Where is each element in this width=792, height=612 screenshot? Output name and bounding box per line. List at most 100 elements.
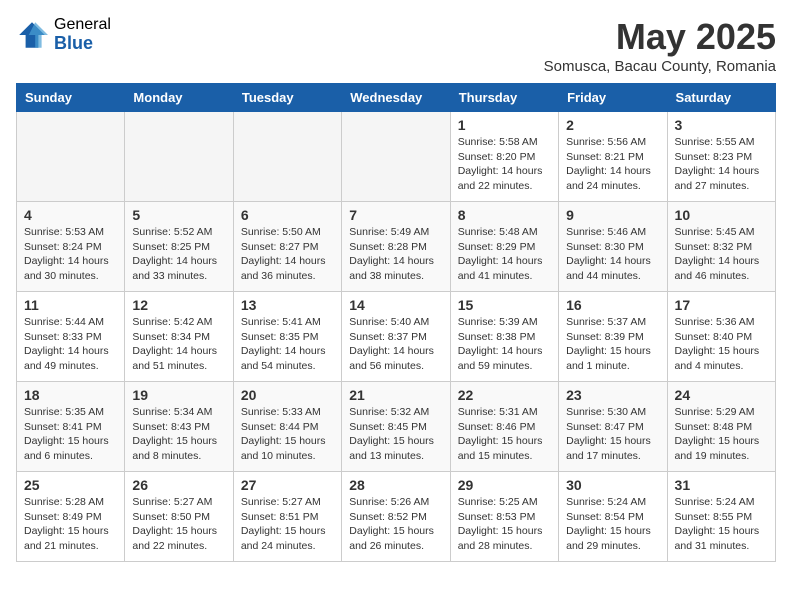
day-number: 12 [132,297,225,313]
day-number: 26 [132,477,225,493]
column-header-saturday: Saturday [667,84,775,112]
day-info: Sunrise: 5:39 AMSunset: 8:38 PMDaylight:… [458,315,551,374]
day-number: 1 [458,117,551,133]
column-header-tuesday: Tuesday [233,84,341,112]
page-header: General Blue May 2025 Somusca, Bacau Cou… [16,16,776,75]
calendar-cell: 26Sunrise: 5:27 AMSunset: 8:50 PMDayligh… [125,472,233,562]
day-info: Sunrise: 5:41 AMSunset: 8:35 PMDaylight:… [241,315,334,374]
day-info: Sunrise: 5:33 AMSunset: 8:44 PMDaylight:… [241,405,334,464]
day-number: 17 [675,297,768,313]
column-header-friday: Friday [559,84,667,112]
day-number: 2 [566,117,659,133]
calendar-cell: 15Sunrise: 5:39 AMSunset: 8:38 PMDayligh… [450,292,558,382]
day-number: 23 [566,387,659,403]
calendar-cell [17,112,125,202]
calendar-cell: 13 Sunrise: 5:41 AMSunset: 8:35 PMDayligh… [233,292,341,382]
calendar-week-row: 11 Sunrise: 5:44 AMSunset: 8:33 PMDayligh… [17,292,776,382]
day-number: 8 [458,207,551,223]
calendar-cell: 3 Sunrise: 5:55 AMSunset: 8:23 PMDaylight… [667,112,775,202]
calendar-header-row: SundayMondayTuesdayWednesdayThursdayFrid… [17,84,776,112]
day-info: Sunrise: 5:49 AMSunset: 8:28 PMDaylight:… [349,225,442,284]
day-number: 19 [132,387,225,403]
day-number: 14 [349,297,442,313]
calendar-cell: 30 Sunrise: 5:24 AMSunset: 8:54 PMDayligh… [559,472,667,562]
logo-blue: Blue [54,34,111,54]
day-number: 18 [24,387,117,403]
location-subtitle: Somusca, Bacau County, Romania [544,58,776,75]
month-year-title: May 2025 [544,16,776,58]
day-number: 13 [241,297,334,313]
day-number: 22 [458,387,551,403]
day-number: 29 [458,477,551,493]
column-header-wednesday: Wednesday [342,84,450,112]
calendar-cell [233,112,341,202]
calendar-cell: 2Sunrise: 5:56 AMSunset: 8:21 PMDaylight… [559,112,667,202]
day-number: 27 [241,477,334,493]
calendar-cell: 28Sunrise: 5:26 AMSunset: 8:52 PMDayligh… [342,472,450,562]
calendar-cell: 31 Sunrise: 5:24 AMSunset: 8:55 PMDayligh… [667,472,775,562]
calendar-cell: 14 Sunrise: 5:40 AMSunset: 8:37 PMDayligh… [342,292,450,382]
column-header-thursday: Thursday [450,84,558,112]
calendar-cell: 17 Sunrise: 5:36 AMSunset: 8:40 PMDayligh… [667,292,775,382]
day-number: 7 [349,207,442,223]
logo-icon [16,19,48,51]
column-header-monday: Monday [125,84,233,112]
day-info: Sunrise: 5:32 AMSunset: 8:45 PMDaylight:… [349,405,442,464]
day-info: Sunrise: 5:58 AMSunset: 8:20 PMDaylight:… [458,135,551,194]
calendar-cell: 5Sunrise: 5:52 AMSunset: 8:25 PMDaylight… [125,202,233,292]
day-info: Sunrise: 5:46 AMSunset: 8:30 PMDaylight:… [566,225,659,284]
day-info: Sunrise: 5:26 AMSunset: 8:52 PMDaylight:… [349,495,442,554]
day-number: 20 [241,387,334,403]
day-info: Sunrise: 5:28 AMSunset: 8:49 PMDaylight:… [24,495,117,554]
column-header-sunday: Sunday [17,84,125,112]
day-info: Sunrise: 5:50 AMSunset: 8:27 PMDaylight:… [241,225,334,284]
day-number: 3 [675,117,768,133]
calendar-cell [125,112,233,202]
calendar-cell: 24 Sunrise: 5:29 AMSunset: 8:48 PMDayligh… [667,382,775,472]
calendar-cell: 19 Sunrise: 5:34 AMSunset: 8:43 PMDayligh… [125,382,233,472]
calendar-cell: 4 Sunrise: 5:53 AMSunset: 8:24 PMDaylight… [17,202,125,292]
day-info: Sunrise: 5:53 AMSunset: 8:24 PMDaylight:… [24,225,117,284]
calendar-week-row: 1 Sunrise: 5:58 AMSunset: 8:20 PMDaylight… [17,112,776,202]
calendar-week-row: 18Sunrise: 5:35 AMSunset: 8:41 PMDayligh… [17,382,776,472]
calendar-cell: 29 Sunrise: 5:25 AMSunset: 8:53 PMDayligh… [450,472,558,562]
day-number: 16 [566,297,659,313]
calendar-cell: 21 Sunrise: 5:32 AMSunset: 8:45 PMDayligh… [342,382,450,472]
calendar-cell: 23Sunrise: 5:30 AMSunset: 8:47 PMDayligh… [559,382,667,472]
day-info: Sunrise: 5:27 AMSunset: 8:51 PMDaylight:… [241,495,334,554]
calendar-cell: 20 Sunrise: 5:33 AMSunset: 8:44 PMDayligh… [233,382,341,472]
title-section: May 2025 Somusca, Bacau County, Romania [544,16,776,75]
day-info: Sunrise: 5:29 AMSunset: 8:48 PMDaylight:… [675,405,768,464]
day-info: Sunrise: 5:36 AMSunset: 8:40 PMDaylight:… [675,315,768,374]
logo-general: General [54,16,111,34]
day-number: 10 [675,207,768,223]
calendar-cell: 6Sunrise: 5:50 AMSunset: 8:27 PMDaylight… [233,202,341,292]
calendar-cell: 27 Sunrise: 5:27 AMSunset: 8:51 PMDayligh… [233,472,341,562]
day-number: 11 [24,297,117,313]
logo: General Blue [16,16,111,53]
day-number: 31 [675,477,768,493]
day-number: 21 [349,387,442,403]
day-info: Sunrise: 5:44 AMSunset: 8:33 PMDaylight:… [24,315,117,374]
day-number: 30 [566,477,659,493]
day-info: Sunrise: 5:34 AMSunset: 8:43 PMDaylight:… [132,405,225,464]
day-info: Sunrise: 5:48 AMSunset: 8:29 PMDaylight:… [458,225,551,284]
day-info: Sunrise: 5:45 AMSunset: 8:32 PMDaylight:… [675,225,768,284]
day-info: Sunrise: 5:31 AMSunset: 8:46 PMDaylight:… [458,405,551,464]
calendar-cell: 18Sunrise: 5:35 AMSunset: 8:41 PMDayligh… [17,382,125,472]
day-number: 4 [24,207,117,223]
day-info: Sunrise: 5:25 AMSunset: 8:53 PMDaylight:… [458,495,551,554]
day-number: 25 [24,477,117,493]
calendar-cell: 25 Sunrise: 5:28 AMSunset: 8:49 PMDayligh… [17,472,125,562]
calendar-cell: 12Sunrise: 5:42 AMSunset: 8:34 PMDayligh… [125,292,233,382]
calendar-cell: 8 Sunrise: 5:48 AMSunset: 8:29 PMDaylight… [450,202,558,292]
day-info: Sunrise: 5:24 AMSunset: 8:54 PMDaylight:… [566,495,659,554]
day-info: Sunrise: 5:24 AMSunset: 8:55 PMDaylight:… [675,495,768,554]
day-number: 9 [566,207,659,223]
day-number: 24 [675,387,768,403]
calendar-cell: 22 Sunrise: 5:31 AMSunset: 8:46 PMDayligh… [450,382,558,472]
calendar-cell: 16Sunrise: 5:37 AMSunset: 8:39 PMDayligh… [559,292,667,382]
day-info: Sunrise: 5:55 AMSunset: 8:23 PMDaylight:… [675,135,768,194]
calendar-cell: 10 Sunrise: 5:45 AMSunset: 8:32 PMDayligh… [667,202,775,292]
day-info: Sunrise: 5:40 AMSunset: 8:37 PMDaylight:… [349,315,442,374]
